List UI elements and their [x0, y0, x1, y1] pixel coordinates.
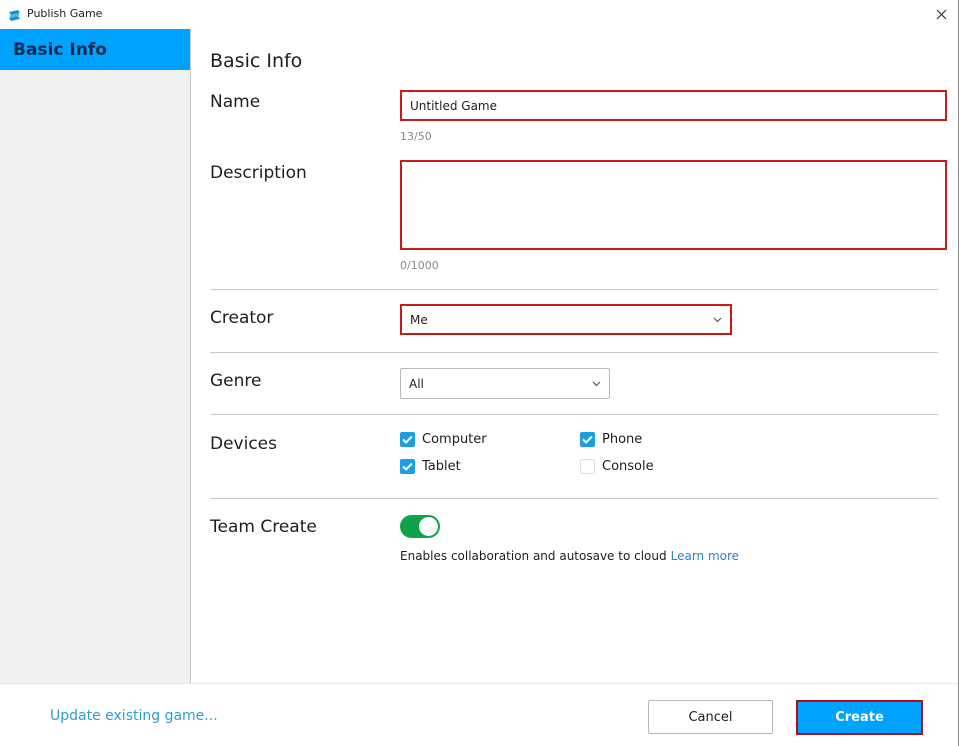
empty-checkbox-icon	[580, 459, 595, 474]
title-bar: Publish Game	[0, 0, 958, 29]
checkbox-tablet[interactable]: Tablet	[400, 459, 461, 474]
checkbox-label: Tablet	[422, 459, 461, 474]
creator-value: Me	[410, 312, 428, 327]
checkmark-icon	[400, 432, 415, 447]
name-input[interactable]	[400, 90, 947, 121]
creator-label: Creator	[210, 308, 274, 328]
checkbox-label: Phone	[602, 432, 643, 447]
checkmark-icon	[400, 459, 415, 474]
chevron-down-icon	[591, 379, 601, 389]
team-create-label: Team Create	[210, 517, 317, 537]
sidebar-item-label: Basic Info	[13, 40, 107, 60]
team-create-toggle[interactable]	[400, 515, 440, 538]
update-existing-game-link[interactable]: Update existing game...	[50, 708, 218, 724]
learn-more-link[interactable]: Learn more	[671, 549, 739, 563]
divider	[210, 289, 938, 290]
genre-value: All	[409, 376, 424, 391]
close-button[interactable]	[930, 4, 952, 24]
description-input[interactable]	[400, 160, 947, 250]
sidebar-item-basic-info[interactable]: Basic Info	[0, 29, 190, 70]
checkbox-label: Console	[602, 459, 654, 474]
close-icon	[936, 5, 947, 24]
toggle-knob	[419, 517, 438, 536]
divider	[210, 352, 938, 353]
name-label: Name	[210, 92, 261, 112]
genre-dropdown[interactable]: All	[400, 368, 610, 399]
checkbox-computer[interactable]: Computer	[400, 432, 487, 447]
sidebar: Basic Info	[0, 29, 191, 683]
description-label: Description	[210, 163, 307, 183]
window-title: Publish Game	[27, 7, 103, 20]
name-counter: 13/50	[400, 130, 432, 143]
checkbox-console[interactable]: Console	[580, 459, 654, 474]
main-content: Basic Info Name 13/50 Description 0/1000…	[191, 29, 958, 683]
creator-dropdown[interactable]: Me	[400, 304, 732, 335]
checkmark-icon	[580, 432, 595, 447]
cancel-button[interactable]: Cancel	[648, 700, 773, 734]
checkbox-phone[interactable]: Phone	[580, 432, 642, 447]
chevron-down-icon	[712, 315, 722, 325]
help-text: Enables collaboration and autosave to cl…	[400, 549, 667, 563]
divider	[210, 498, 938, 499]
devices-label: Devices	[210, 434, 277, 454]
checkbox-label: Computer	[422, 432, 487, 447]
divider	[210, 414, 938, 415]
description-counter: 0/1000	[400, 259, 439, 272]
team-create-help: Enables collaboration and autosave to cl…	[400, 549, 739, 563]
genre-label: Genre	[210, 371, 262, 391]
footer: Update existing game... Cancel Create	[0, 683, 958, 746]
create-button[interactable]: Create	[796, 700, 923, 735]
section-title: Basic Info	[210, 50, 303, 72]
roblox-studio-icon	[8, 7, 21, 21]
publish-game-dialog: Publish Game Basic Info Basic Info Name …	[0, 0, 959, 746]
